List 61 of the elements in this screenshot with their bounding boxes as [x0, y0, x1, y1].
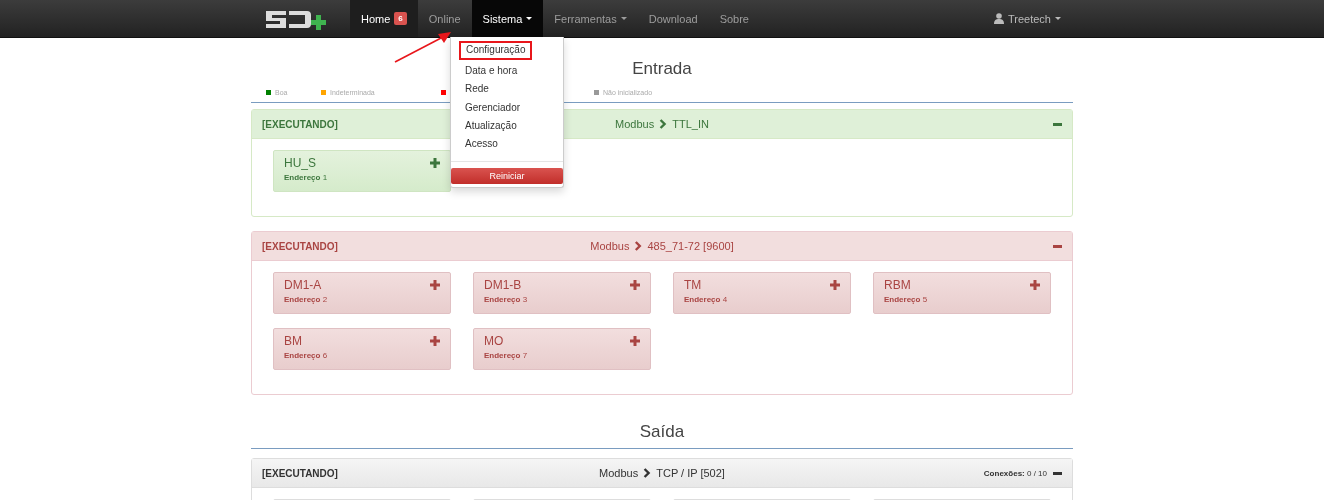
caret-icon: [1055, 17, 1061, 20]
status-label: [EXECUTANDO]: [262, 240, 338, 252]
device-name: TM: [684, 278, 702, 292]
nav-tab[interactable]: Sobre: [708, 0, 760, 37]
section-title: Saída: [639, 422, 685, 442]
protocol-label: Modbus: [599, 467, 639, 479]
plus-icon[interactable]: [830, 280, 840, 290]
chevron-icon: [634, 241, 643, 251]
status-label: [EXECUTANDO]: [262, 467, 338, 479]
menu-item[interactable]: Rede: [451, 80, 563, 99]
device-address: Endereço 3: [484, 295, 529, 304]
device-card[interactable]: BM Endereço 6: [273, 328, 451, 370]
device-address: Endereço 5: [884, 295, 929, 304]
plus-icon[interactable]: [430, 336, 440, 346]
menu-item[interactable]: Atualização: [451, 116, 563, 136]
collapse-icon[interactable]: [1053, 471, 1062, 475]
chevron-icon: [643, 468, 652, 478]
plus-icon[interactable]: [630, 336, 640, 346]
device-card[interactable]: RBM Endereço 5: [873, 272, 1051, 314]
device-name: RBM: [884, 278, 911, 292]
chevron-icon: [659, 119, 668, 129]
port-label: TTL_IN: [672, 118, 709, 130]
nav-tab[interactable]: Home 6: [350, 0, 418, 37]
menu-item[interactable]: Acesso: [451, 135, 563, 154]
plus-icon[interactable]: [1030, 280, 1040, 290]
nav-tab[interactable]: Online: [417, 0, 472, 37]
menu-item[interactable]: Gerenciador: [451, 98, 563, 117]
user-menu[interactable]: Treetech: [983, 0, 1072, 37]
port-label: TCP / IP [502]: [656, 467, 725, 479]
plus-icon[interactable]: [430, 158, 440, 168]
section-title: Entrada: [632, 59, 692, 79]
device-address: Endereço 6: [284, 351, 329, 360]
device-name: MO: [484, 334, 504, 348]
device-address: Endereço 2: [284, 295, 329, 304]
nav-tab[interactable]: Download: [637, 0, 709, 37]
user-icon: [994, 13, 1004, 24]
device-card[interactable]: HU_S Endereço 1: [273, 150, 451, 192]
device-name: DM1-A: [284, 278, 322, 292]
device-address: Endereço 1: [284, 173, 329, 182]
device-card[interactable]: TM Endereço 4: [673, 272, 851, 314]
nav-tab[interactable]: Sistema: [471, 0, 544, 37]
device-name: DM1-B: [484, 278, 522, 292]
device-address: Endereço 7: [484, 351, 529, 360]
restart-button[interactable]: Reiniciar: [451, 168, 563, 185]
plus-icon[interactable]: [630, 280, 640, 290]
status-label: [EXECUTANDO]: [262, 118, 338, 130]
port-label: 485_71-72 [9600]: [647, 240, 734, 252]
plus-icon[interactable]: [430, 280, 440, 290]
device-card[interactable]: MO Endereço 7: [473, 328, 651, 370]
nav-tab[interactable]: Ferramentas: [543, 0, 638, 37]
menu-item[interactable]: Data e hora: [451, 62, 563, 81]
menu-item[interactable]: Configuração: [459, 41, 533, 60]
protocol-label: Modbus: [615, 118, 655, 130]
device-address: Endereço 4: [684, 295, 729, 304]
device-name: HU_S: [284, 156, 316, 170]
protocol-label: Modbus: [590, 240, 630, 252]
device-card[interactable]: DM1-B Endereço 3: [473, 272, 651, 314]
device-name: BM: [284, 334, 302, 348]
connections-count: Conexões: 0 / 10: [983, 468, 1047, 478]
device-card[interactable]: DM1-A Endereço 2: [273, 272, 451, 314]
count-badge: 6: [394, 12, 407, 25]
